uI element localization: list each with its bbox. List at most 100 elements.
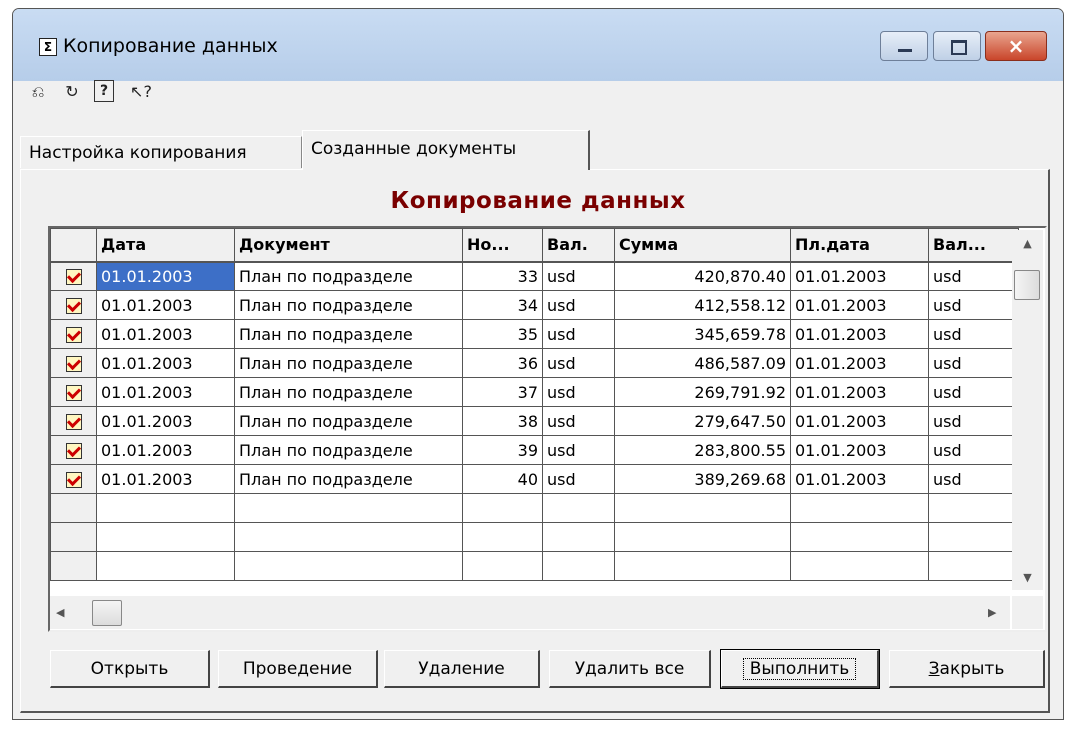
cell-number[interactable]: 37 xyxy=(462,377,543,407)
column-header-amount[interactable]: Сумма xyxy=(614,228,791,263)
scroll-up-arrow-icon[interactable]: ▲ xyxy=(1012,234,1043,254)
column-header-document[interactable]: Документ xyxy=(234,228,463,263)
table-row[interactable]: 01.01.2003 План по подразделе 33 usd 420,870… xyxy=(50,261,1019,291)
close-dialog-button[interactable]: Закрыть xyxy=(889,650,1045,688)
empty-cell[interactable] xyxy=(462,522,543,552)
empty-cell[interactable] xyxy=(614,493,791,523)
cell-currency[interactable]: usd xyxy=(542,319,615,349)
cell-currency[interactable]: usd xyxy=(542,261,615,291)
table-row[interactable]: 01.01.2003 План по подразделе 36 usd 486,587… xyxy=(50,348,1019,378)
cell-date[interactable]: 01.01.2003 xyxy=(96,290,235,320)
row-indicator[interactable] xyxy=(50,406,97,436)
tab-created-documents[interactable]: Созданные документы xyxy=(302,130,590,170)
table-row[interactable]: 01.01.2003 План по подразделе 37 usd 269,791… xyxy=(50,377,1019,407)
cell-currency2[interactable]: usd xyxy=(928,435,1019,465)
row-indicator[interactable] xyxy=(50,377,97,407)
cell-document[interactable]: План по подразделе xyxy=(234,377,463,407)
cell-date[interactable]: 01.01.2003 xyxy=(96,348,235,378)
cell-amount[interactable]: 283,800.55 xyxy=(614,435,791,465)
empty-cell[interactable] xyxy=(234,551,463,581)
cell-date[interactable]: 01.01.2003 xyxy=(96,435,235,465)
title-bar[interactable]: Σ Копирование данных × xyxy=(13,9,1063,81)
vertical-scroll-thumb[interactable] xyxy=(1014,270,1040,300)
cell-amount[interactable]: 486,587.09 xyxy=(614,348,791,378)
cell-date[interactable]: 01.01.2003 xyxy=(96,261,235,291)
scroll-down-arrow-icon[interactable]: ▼ xyxy=(1012,568,1043,588)
empty-cell[interactable] xyxy=(614,522,791,552)
empty-row[interactable] xyxy=(50,493,1019,523)
execute-button[interactable]: Выполнить xyxy=(720,649,880,689)
cell-currency[interactable]: usd xyxy=(542,377,615,407)
empty-cell[interactable] xyxy=(462,551,543,581)
cell-currency2[interactable]: usd xyxy=(928,290,1019,320)
cell-currency2[interactable]: usd xyxy=(928,261,1019,291)
cell-amount[interactable]: 420,870.40 xyxy=(614,261,791,291)
cell-number[interactable]: 39 xyxy=(462,435,543,465)
row-indicator[interactable] xyxy=(50,435,97,465)
cell-currency2[interactable]: usd xyxy=(928,406,1019,436)
cell-number[interactable]: 34 xyxy=(462,290,543,320)
help-icon[interactable]: ? xyxy=(94,80,114,102)
cell-date[interactable]: 01.01.2003 xyxy=(96,464,235,494)
column-header-number[interactable]: Но... xyxy=(462,228,543,263)
undo-icon[interactable]: ⎌ xyxy=(26,80,50,104)
empty-cell[interactable] xyxy=(928,551,1019,581)
table-row[interactable]: 01.01.2003 План по подразделе 34 usd 412,558… xyxy=(50,290,1019,320)
cell-pay-date[interactable]: 01.01.2003 xyxy=(790,377,929,407)
scroll-right-arrow-icon[interactable]: ▶ xyxy=(988,604,1002,622)
column-header-currency[interactable]: Вал. xyxy=(542,228,615,263)
cell-date[interactable]: 01.01.2003 xyxy=(96,406,235,436)
empty-cell[interactable] xyxy=(614,551,791,581)
cell-number[interactable]: 40 xyxy=(462,464,543,494)
empty-cell[interactable] xyxy=(234,493,463,523)
cell-number[interactable]: 33 xyxy=(462,261,543,291)
cell-currency[interactable]: usd xyxy=(542,290,615,320)
cell-pay-date[interactable]: 01.01.2003 xyxy=(790,435,929,465)
empty-cell[interactable] xyxy=(50,493,97,523)
horizontal-scroll-thumb[interactable] xyxy=(92,600,122,626)
cell-currency[interactable]: usd xyxy=(542,348,615,378)
cell-amount[interactable]: 389,269.68 xyxy=(614,464,791,494)
cell-pay-date[interactable]: 01.01.2003 xyxy=(790,406,929,436)
cell-pay-date[interactable]: 01.01.2003 xyxy=(790,348,929,378)
empty-cell[interactable] xyxy=(50,522,97,552)
empty-cell[interactable] xyxy=(96,551,235,581)
cell-amount[interactable]: 345,659.78 xyxy=(614,319,791,349)
cell-amount[interactable]: 279,647.50 xyxy=(614,406,791,436)
column-header-date[interactable]: Дата xyxy=(96,228,235,263)
empty-cell[interactable] xyxy=(462,493,543,523)
cell-currency[interactable]: usd xyxy=(542,464,615,494)
table-row[interactable]: 01.01.2003 План по подразделе 35 usd 345,659… xyxy=(50,319,1019,349)
empty-cell[interactable] xyxy=(96,522,235,552)
scroll-left-arrow-icon[interactable]: ◀ xyxy=(56,604,70,622)
cell-currency2[interactable]: usd xyxy=(928,319,1019,349)
empty-cell[interactable] xyxy=(790,551,929,581)
cell-document[interactable]: План по подразделе xyxy=(234,348,463,378)
empty-row[interactable] xyxy=(50,522,1019,552)
empty-cell[interactable] xyxy=(928,522,1019,552)
post-button[interactable]: Проведение xyxy=(218,650,378,688)
tab-copy-settings[interactable]: Настройка копирования xyxy=(20,136,302,168)
row-indicator[interactable] xyxy=(50,319,97,349)
cell-pay-date[interactable]: 01.01.2003 xyxy=(790,290,929,320)
documents-grid[interactable]: Дата Документ Но... Вал. Сумма Пл.дата В… xyxy=(48,226,1047,632)
cell-document[interactable]: План по подразделе xyxy=(234,464,463,494)
cell-document[interactable]: План по подразделе xyxy=(234,406,463,436)
cell-document[interactable]: План по подразделе xyxy=(234,290,463,320)
table-row[interactable]: 01.01.2003 План по подразделе 39 usd 283,800… xyxy=(50,435,1019,465)
cell-date[interactable]: 01.01.2003 xyxy=(96,319,235,349)
cell-currency2[interactable]: usd xyxy=(928,464,1019,494)
cell-pay-date[interactable]: 01.01.2003 xyxy=(790,261,929,291)
row-indicator[interactable] xyxy=(50,290,97,320)
row-indicator[interactable] xyxy=(50,261,97,291)
cell-currency2[interactable]: usd xyxy=(928,348,1019,378)
empty-cell[interactable] xyxy=(790,493,929,523)
cell-number[interactable]: 36 xyxy=(462,348,543,378)
empty-cell[interactable] xyxy=(790,522,929,552)
cell-document[interactable]: План по подразделе xyxy=(234,435,463,465)
cell-currency[interactable]: usd xyxy=(542,435,615,465)
empty-cell[interactable] xyxy=(928,493,1019,523)
cell-amount[interactable]: 269,791.92 xyxy=(614,377,791,407)
column-header-pay-date[interactable]: Пл.дата xyxy=(790,228,929,263)
empty-cell[interactable] xyxy=(50,551,97,581)
